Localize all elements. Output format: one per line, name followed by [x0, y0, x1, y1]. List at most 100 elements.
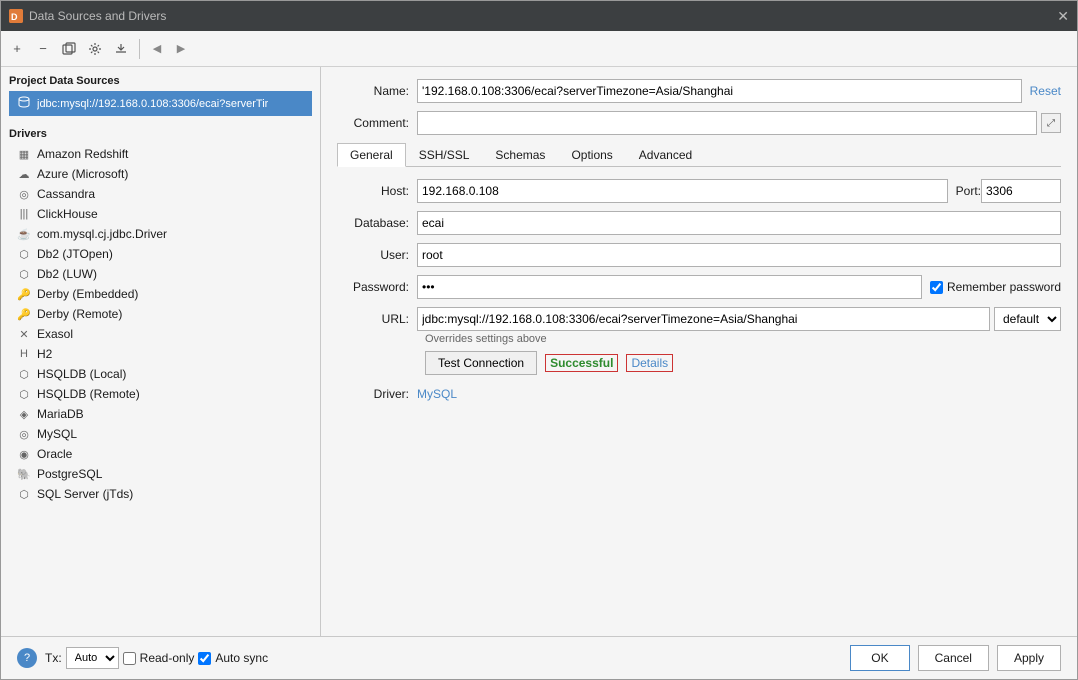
url-scheme-select[interactable]: default: [994, 307, 1061, 331]
tab-schemas[interactable]: Schemas: [482, 143, 558, 166]
connection-success-badge: Successful: [545, 354, 618, 372]
tab-options[interactable]: Options: [558, 143, 625, 166]
driver-item[interactable]: ◎ Cassandra: [9, 184, 312, 204]
driver-icon: ☁: [17, 168, 31, 181]
ok-button[interactable]: OK: [850, 645, 909, 671]
datasource-label: jdbc:mysql://192.168.0.108:3306/ecai?ser…: [37, 98, 268, 110]
forward-button[interactable]: ▶: [170, 38, 192, 60]
driver-icon: |||: [17, 208, 31, 220]
driver-icon: 🔑: [17, 308, 31, 321]
drivers-section-title: Drivers: [9, 128, 312, 140]
driver-item-label: Db2 (LUW): [37, 267, 97, 281]
driver-icon: ◎: [17, 188, 31, 201]
driver-value[interactable]: MySQL: [417, 387, 457, 401]
tab-ssh-ssl[interactable]: SSH/SSL: [406, 143, 483, 166]
comment-input[interactable]: [417, 111, 1037, 135]
autosync-label: Auto sync: [198, 651, 268, 665]
driver-item[interactable]: 🔑Derby (Embedded): [9, 284, 312, 304]
driver-icon: ✕: [17, 328, 31, 341]
tx-label: Tx:: [45, 651, 62, 665]
driver-item[interactable]: 🔑Derby (Remote): [9, 304, 312, 324]
config-datasource-button[interactable]: [83, 37, 107, 61]
name-row: Name: Reset: [337, 79, 1061, 103]
import-button[interactable]: [109, 37, 133, 61]
toolbar: + − ◀ ▶: [1, 31, 1077, 67]
datasource-item[interactable]: jdbc:mysql://192.168.0.108:3306/ecai?ser…: [9, 91, 312, 116]
driver-item[interactable]: ⬡HSQLDB (Remote): [9, 384, 312, 404]
driver-item[interactable]: ◈MariaDB: [9, 404, 312, 424]
driver-icon: ◎: [17, 428, 31, 441]
driver-icon: ⬡: [17, 488, 31, 501]
host-input[interactable]: [417, 179, 948, 203]
driver-item-label: MySQL: [37, 427, 77, 441]
user-input[interactable]: [417, 243, 1061, 267]
driver-item[interactable]: ⬡HSQLDB (Local): [9, 364, 312, 384]
main-content: Project Data Sources jdbc:mysql://192.16…: [1, 67, 1077, 636]
bottom-bar: ? Tx: Auto Read-only Auto sync OK Cancel…: [1, 636, 1077, 679]
readonly-checkbox[interactable]: [123, 652, 136, 665]
project-section: Project Data Sources jdbc:mysql://192.16…: [1, 67, 320, 120]
comment-label: Comment:: [337, 116, 417, 130]
host-row: Host: Port:: [337, 179, 1061, 203]
driver-item-label: Cassandra: [37, 187, 95, 201]
comment-row: Comment: ⤢: [337, 111, 1061, 135]
copy-datasource-button[interactable]: [57, 37, 81, 61]
close-button[interactable]: ✕: [1057, 8, 1069, 25]
driver-item[interactable]: ⬡Db2 (JTOpen): [9, 244, 312, 264]
database-label: Database:: [337, 216, 417, 230]
driver-item-label: Oracle: [37, 447, 72, 461]
name-input[interactable]: [417, 79, 1022, 103]
tx-select[interactable]: Auto: [66, 647, 119, 669]
driver-item-label: PostgreSQL: [37, 467, 102, 481]
tab-advanced[interactable]: Advanced: [626, 143, 705, 166]
driver-item[interactable]: ◎ MySQL: [9, 424, 312, 444]
test-connection-button[interactable]: Test Connection: [425, 351, 537, 375]
driver-item-label: com.mysql.cj.jdbc.Driver: [37, 227, 167, 241]
port-input[interactable]: [981, 179, 1061, 203]
driver-item[interactable]: ⬡Db2 (LUW): [9, 264, 312, 284]
driver-item[interactable]: ||| ClickHouse: [9, 204, 312, 224]
driver-item-label: ClickHouse: [37, 207, 98, 221]
driver-item[interactable]: ✕Exasol: [9, 324, 312, 344]
driver-item[interactable]: ▦ Amazon Redshift: [9, 144, 312, 164]
driver-item[interactable]: ◉Oracle: [9, 444, 312, 464]
driver-icon: ▦: [17, 148, 31, 161]
driver-icon: H: [17, 348, 31, 360]
driver-item-label: H2: [37, 347, 52, 361]
add-datasource-button[interactable]: +: [5, 37, 29, 61]
password-row: Password: Remember password: [337, 275, 1061, 299]
test-row: Test Connection Successful Details: [425, 351, 1061, 375]
apply-button[interactable]: Apply: [997, 645, 1061, 671]
back-button[interactable]: ◀: [146, 38, 168, 60]
tab-general[interactable]: General: [337, 143, 406, 167]
driver-item[interactable]: ☕ com.mysql.cj.jdbc.Driver: [9, 224, 312, 244]
remember-password-checkbox[interactable]: [930, 281, 943, 294]
cancel-button[interactable]: Cancel: [918, 645, 989, 671]
drivers-list: ▦ Amazon Redshift ☁ Azure (Microsoft) ◎ Cassa…: [9, 144, 312, 504]
driver-item[interactable]: ☁ Azure (Microsoft): [9, 164, 312, 184]
remove-datasource-button[interactable]: −: [31, 37, 55, 61]
connection-details-link[interactable]: Details: [626, 354, 673, 372]
driver-row: Driver: MySQL: [337, 387, 1061, 401]
driver-item[interactable]: H H2: [9, 344, 312, 364]
drivers-section: Drivers ▦ Amazon Redshift ☁ Azure (Microsof…: [1, 120, 320, 512]
driver-icon: ⬡: [17, 248, 31, 261]
database-input[interactable]: [417, 211, 1061, 235]
url-input[interactable]: [417, 307, 990, 331]
driver-item-label: Amazon Redshift: [37, 147, 128, 161]
autosync-checkbox[interactable]: [198, 652, 211, 665]
driver-item[interactable]: 🐘PostgreSQL: [9, 464, 312, 484]
help-button[interactable]: ?: [17, 648, 37, 668]
driver-item[interactable]: ⬡SQL Server (jTds): [9, 484, 312, 504]
app-icon: D: [9, 9, 23, 23]
host-label: Host:: [337, 184, 417, 198]
password-input[interactable]: [417, 275, 922, 299]
remember-password-label: Remember password: [930, 280, 1061, 294]
left-panel: Project Data Sources jdbc:mysql://192.16…: [1, 67, 321, 636]
user-label: User:: [337, 248, 417, 262]
reset-link[interactable]: Reset: [1030, 84, 1061, 98]
driver-icon: ◈: [17, 408, 31, 421]
driver-icon: ☕: [17, 228, 31, 241]
comment-expand-button[interactable]: ⤢: [1041, 113, 1061, 133]
driver-item-label: Azure (Microsoft): [37, 167, 128, 181]
